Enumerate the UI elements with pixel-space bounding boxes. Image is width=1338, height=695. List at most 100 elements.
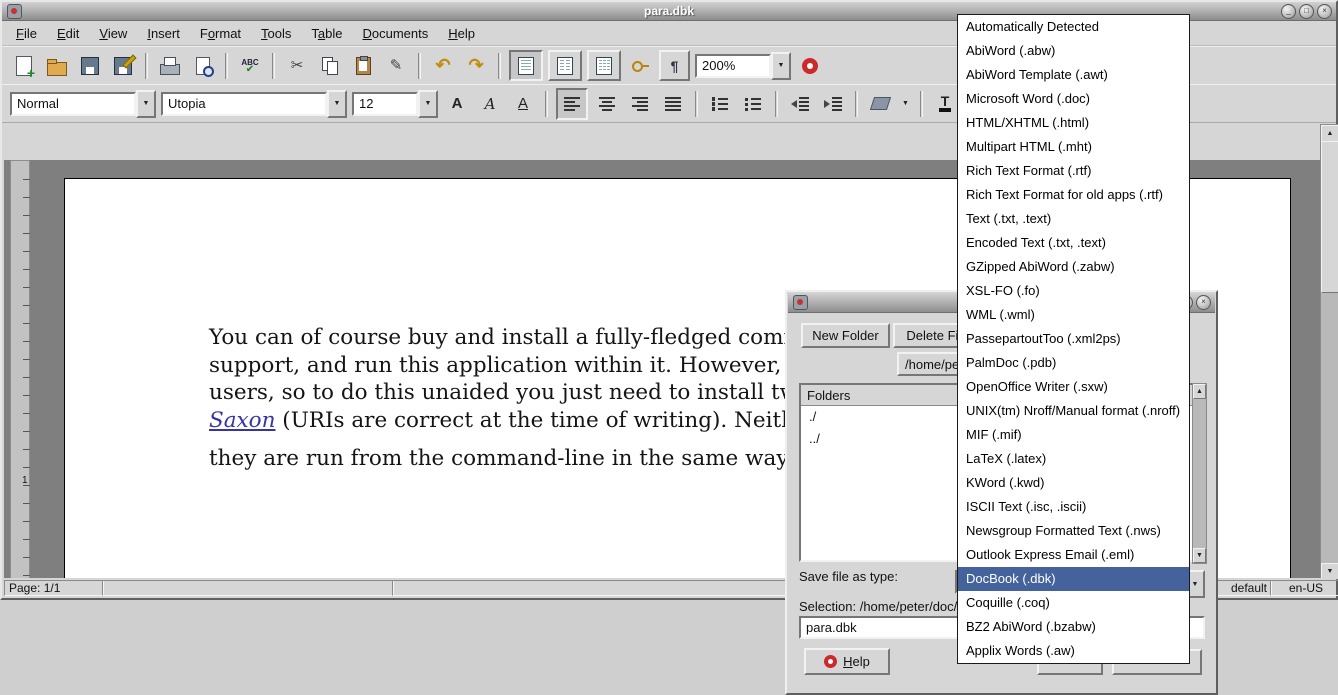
- font-size-combo[interactable]: 12 ▼: [352, 92, 438, 116]
- files-scroll-up-button[interactable]: ▲: [1193, 384, 1206, 399]
- redo-button[interactable]: ↷: [462, 52, 490, 80]
- scroll-up-button[interactable]: ▲: [1321, 125, 1338, 142]
- file-type-option[interactable]: AbiWord Template (.awt): [958, 63, 1189, 87]
- undo-button[interactable]: ↶: [429, 52, 457, 80]
- file-type-option[interactable]: AbiWord (.abw): [958, 39, 1189, 63]
- files-scrollbar[interactable]: ▲ ▼: [1192, 383, 1207, 564]
- menu-item[interactable]: File: [6, 23, 47, 44]
- file-type-option[interactable]: Multipart HTML (.mht): [958, 135, 1189, 159]
- numbered-list-button[interactable]: [706, 90, 734, 118]
- files-scroll-down-button[interactable]: ▼: [1193, 548, 1206, 563]
- file-type-option[interactable]: PalmDoc (.pdb): [958, 351, 1189, 375]
- file-type-option[interactable]: DocBook (.dbk): [958, 567, 1189, 591]
- new-document-button[interactable]: [10, 52, 38, 80]
- file-type-option[interactable]: Microsoft Word (.doc): [958, 87, 1189, 111]
- font-combo[interactable]: Utopia ▼: [161, 92, 347, 116]
- file-type-option[interactable]: BZ2 AbiWord (.bzabw): [958, 615, 1189, 639]
- new-folder-button[interactable]: New Folder: [801, 323, 890, 348]
- font-size-dropdown-button[interactable]: ▼: [418, 90, 438, 118]
- zoom-combo[interactable]: 200% ▼: [695, 54, 791, 78]
- highlight-color-dropdown[interactable]: ▼: [899, 91, 912, 117]
- underline-button[interactable]: A: [509, 90, 537, 118]
- bullet-list-button[interactable]: [739, 90, 767, 118]
- spellcheck-button[interactable]: ABC✔: [236, 52, 264, 80]
- text-color-button[interactable]: T: [931, 90, 959, 118]
- file-type-option[interactable]: UNIX(tm) Nroff/Manual format (.nroff): [958, 399, 1189, 423]
- align-justify-icon: [665, 97, 681, 111]
- file-type-option[interactable]: XSL-FO (.fo): [958, 279, 1189, 303]
- hyperlink-button[interactable]: [626, 52, 654, 80]
- text-line: they are run from the command-line in th…: [209, 446, 788, 471]
- open-button[interactable]: [43, 52, 71, 80]
- style-dropdown-button[interactable]: ▼: [136, 90, 156, 118]
- style-value[interactable]: Normal: [10, 92, 136, 116]
- file-type-option[interactable]: GZipped AbiWord (.zabw): [958, 255, 1189, 279]
- file-type-option[interactable]: MIF (.mif): [958, 423, 1189, 447]
- menu-item[interactable]: Tools: [251, 23, 301, 44]
- copy-button[interactable]: [316, 52, 344, 80]
- zoom-dropdown-button[interactable]: ▼: [771, 52, 791, 80]
- file-type-option[interactable]: Outlook Express Email (.eml): [958, 543, 1189, 567]
- style-combo[interactable]: Normal ▼: [10, 92, 156, 116]
- align-justify-button[interactable]: [659, 90, 687, 118]
- scrollbar-thumb[interactable]: [1321, 141, 1338, 293]
- align-right-button[interactable]: [626, 90, 654, 118]
- file-type-option[interactable]: WML (.wml): [958, 303, 1189, 327]
- menu-item[interactable]: Insert: [137, 23, 190, 44]
- file-type-option[interactable]: Rich Text Format (.rtf): [958, 159, 1189, 183]
- cut-button[interactable]: ✂: [283, 52, 311, 80]
- minimize-button[interactable]: _: [1281, 4, 1296, 19]
- menu-item[interactable]: Help: [438, 23, 485, 44]
- italic-icon: A: [485, 95, 496, 113]
- save-as-button[interactable]: [109, 52, 137, 80]
- align-left-button[interactable]: [556, 88, 588, 120]
- menu-item[interactable]: Edit: [47, 23, 89, 44]
- vertical-ruler[interactable]: 1: [10, 160, 30, 580]
- zoom-value[interactable]: 200%: [695, 54, 771, 78]
- font-value[interactable]: Utopia: [161, 92, 327, 116]
- abiword-logo-button[interactable]: [796, 52, 824, 80]
- file-type-option[interactable]: Coquille (.coq): [958, 591, 1189, 615]
- menu-item[interactable]: Documents: [353, 23, 439, 44]
- file-type-option[interactable]: LaTeX (.latex): [958, 447, 1189, 471]
- file-type-option[interactable]: ISCII Text (.isc, .iscii): [958, 495, 1189, 519]
- file-type-option[interactable]: KWord (.kwd): [958, 471, 1189, 495]
- align-center-button[interactable]: [593, 90, 621, 118]
- view-toggle-3[interactable]: [587, 50, 621, 81]
- vertical-scrollbar[interactable]: ▲ ▼: [1320, 124, 1338, 581]
- decrease-indent-button[interactable]: [786, 90, 814, 118]
- file-type-option[interactable]: Rich Text Format for old apps (.rtf): [958, 183, 1189, 207]
- dialog-close-button[interactable]: ×: [1196, 295, 1211, 310]
- saxon-link[interactable]: Saxon: [209, 408, 275, 433]
- print-button[interactable]: [156, 52, 184, 80]
- file-type-option[interactable]: Text (.txt, .text): [958, 207, 1189, 231]
- italic-button[interactable]: A: [476, 90, 504, 118]
- pencil-button[interactable]: ✎: [382, 52, 410, 80]
- paste-button[interactable]: [349, 52, 377, 80]
- file-type-option[interactable]: Newsgroup Formatted Text (.nws): [958, 519, 1189, 543]
- redo-icon: ↷: [468, 55, 483, 76]
- file-type-option[interactable]: Applix Words (.aw): [958, 639, 1189, 663]
- menu-item[interactable]: Format: [190, 23, 251, 44]
- bold-button[interactable]: A: [443, 90, 471, 118]
- font-size-value[interactable]: 12: [352, 92, 418, 116]
- view-toggle-2[interactable]: [548, 50, 582, 81]
- file-type-option[interactable]: Encoded Text (.txt, .text): [958, 231, 1189, 255]
- status-language-cell[interactable]: en-US: [1270, 580, 1338, 596]
- maximize-button[interactable]: □: [1299, 4, 1314, 19]
- highlight-button[interactable]: [866, 90, 894, 118]
- show-formatting-button[interactable]: ¶: [659, 50, 690, 81]
- menu-item[interactable]: View: [89, 23, 137, 44]
- font-dropdown-button[interactable]: ▼: [327, 90, 347, 118]
- close-button[interactable]: ×: [1317, 4, 1332, 19]
- file-type-option[interactable]: Automatically Detected: [958, 15, 1189, 39]
- menu-item[interactable]: Table: [301, 23, 352, 44]
- print-preview-button[interactable]: [189, 52, 217, 80]
- file-type-option[interactable]: HTML/XHTML (.html): [958, 111, 1189, 135]
- file-type-option[interactable]: PassepartoutToo (.xml2ps): [958, 327, 1189, 351]
- view-toggle-1[interactable]: [509, 50, 543, 81]
- increase-indent-button[interactable]: [819, 90, 847, 118]
- file-type-option[interactable]: OpenOffice Writer (.sxw): [958, 375, 1189, 399]
- save-button[interactable]: [76, 52, 104, 80]
- help-button[interactable]: Help: [804, 648, 890, 675]
